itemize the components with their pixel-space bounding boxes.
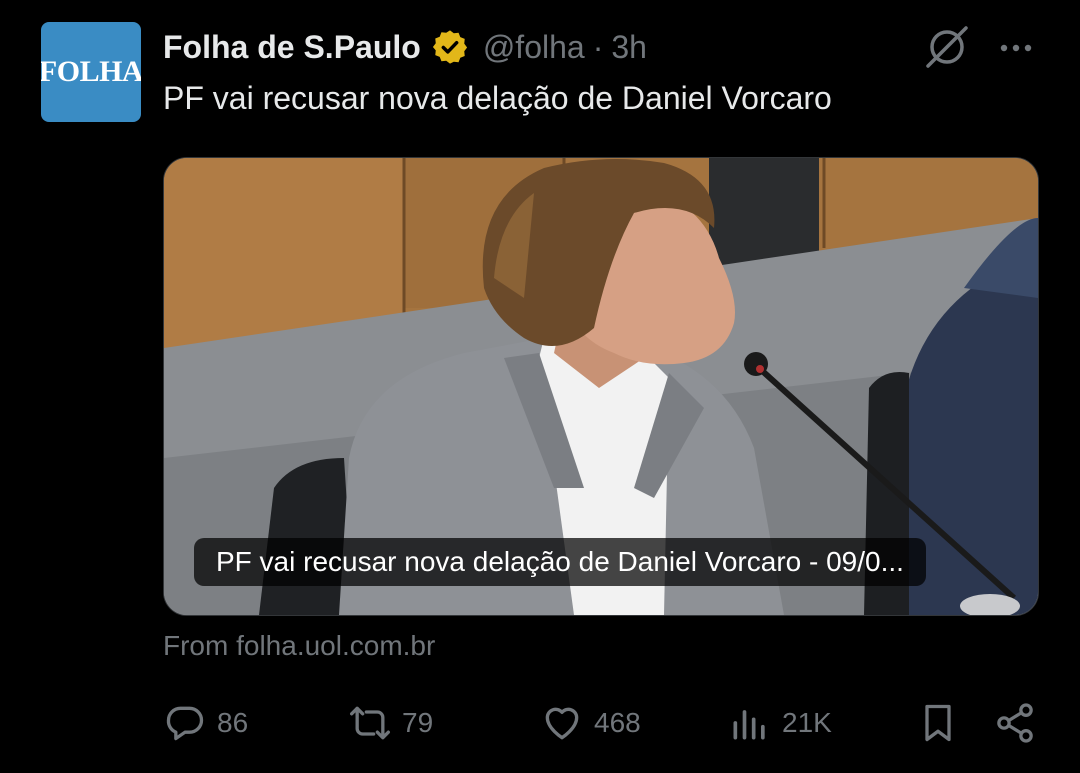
reply-count: 86 — [217, 707, 249, 738]
share-button[interactable] — [993, 698, 1037, 748]
reply-icon — [166, 706, 204, 741]
grok-icon[interactable] — [922, 22, 972, 72]
repost-icon — [350, 706, 390, 740]
verified-badge-icon[interactable] — [431, 28, 469, 66]
card-source[interactable]: From folha.uol.com.br — [163, 630, 435, 662]
card-caption: PF vai recusar nova delação de Daniel Vo… — [194, 538, 926, 586]
views-count: 21K — [782, 707, 832, 738]
link-card[interactable]: PF vai recusar nova delação de Daniel Vo… — [163, 157, 1039, 616]
handle[interactable]: @folha — [483, 29, 585, 66]
more-options-icon[interactable] — [996, 28, 1036, 68]
action-bar: 86 79 468 21K — [163, 698, 1038, 748]
heart-icon — [545, 707, 579, 740]
reply-button[interactable]: 86 — [163, 698, 248, 748]
repost-count: 79 — [402, 707, 434, 738]
tweet[interactable]: FOLHA Folha de S.Paulo @folha · 3h PF va… — [0, 0, 1080, 773]
separator-dot: · — [592, 28, 604, 65]
like-count: 468 — [594, 707, 641, 738]
repost-button[interactable]: 79 — [348, 698, 433, 748]
timestamp[interactable]: 3h — [611, 29, 647, 66]
bookmark-button[interactable] — [916, 698, 960, 748]
like-button[interactable]: 468 — [540, 698, 641, 748]
avatar-logo-text: FOLHA — [41, 55, 141, 88]
display-name[interactable]: Folha de S.Paulo — [163, 29, 421, 66]
tweet-header: Folha de S.Paulo @folha · 3h — [163, 24, 647, 70]
bookmark-icon — [925, 704, 951, 742]
views-icon — [733, 710, 765, 740]
avatar[interactable]: FOLHA — [41, 22, 141, 122]
tweet-text: PF vai recusar nova delação de Daniel Vo… — [163, 80, 832, 116]
share-icon — [997, 703, 1033, 743]
views-button[interactable]: 21K — [728, 698, 832, 748]
